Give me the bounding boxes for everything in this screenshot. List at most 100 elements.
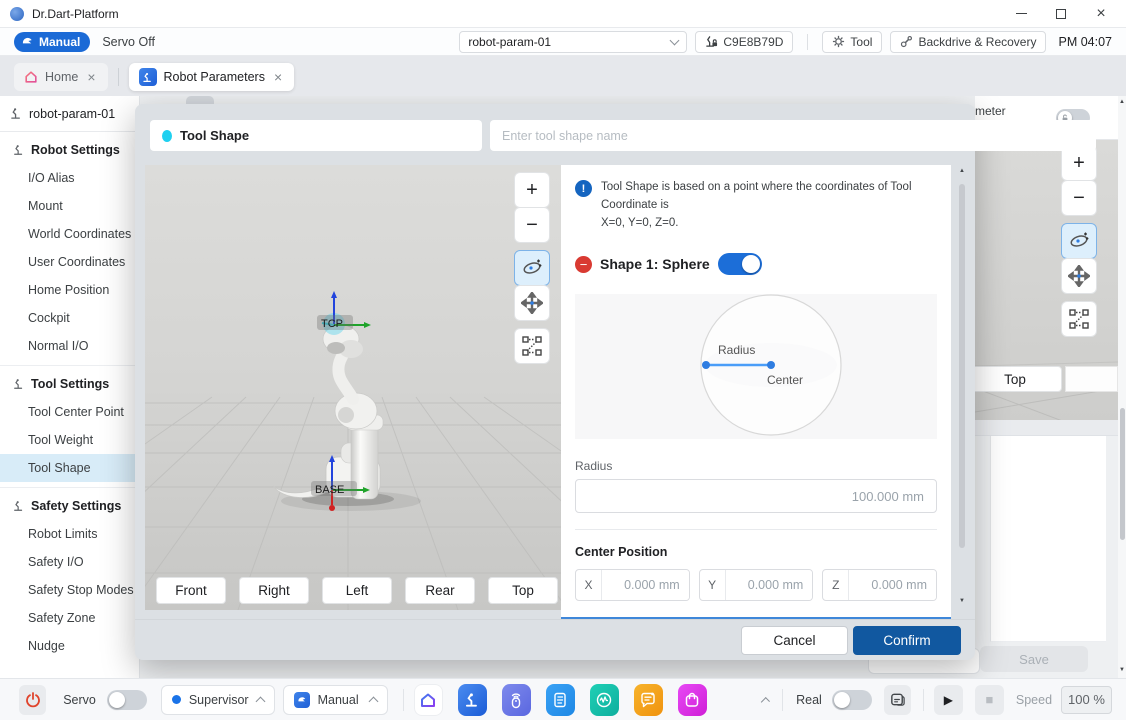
background-toolbar-strip	[975, 420, 1118, 436]
servo-toggle[interactable]	[107, 690, 147, 710]
manual-mode-badge[interactable]: Manual	[14, 32, 90, 52]
cancel-button[interactable]: Cancel	[741, 626, 848, 655]
close-tab-icon[interactable]: ×	[85, 69, 97, 85]
center-z-input[interactable]	[849, 570, 936, 600]
maximize-button[interactable]	[1054, 7, 1068, 21]
sidebar-item-mount[interactable]: Mount	[0, 192, 139, 220]
orbit-button[interactable]	[514, 250, 550, 286]
center-position-fields: X Y Z	[575, 569, 937, 601]
scroll-down-icon[interactable]: ▼	[1118, 667, 1126, 673]
tool-shape-name-input[interactable]	[490, 120, 1096, 151]
base-label: BASE	[315, 484, 344, 496]
center-x-input[interactable]	[602, 570, 689, 600]
sidebar-item-world-coordinates[interactable]: World Coordinates	[0, 220, 139, 248]
tab-home[interactable]: Home ×	[14, 63, 108, 91]
sidebar-item-user-coordinates[interactable]: User Coordinates	[0, 248, 139, 276]
power-icon	[25, 692, 41, 708]
bg-orbit-button[interactable]	[1061, 223, 1097, 259]
mode-select[interactable]: Manual	[283, 685, 388, 715]
robot-3d-viewport[interactable]: TCP BASE + −	[145, 165, 561, 610]
taskbar-expand-icon[interactable]	[760, 697, 770, 707]
scroll-up-icon[interactable]: ▲	[1118, 99, 1126, 105]
sidebar-item-io-alias[interactable]: I/O Alias	[0, 164, 139, 192]
center-z-field: Z	[822, 569, 937, 601]
sidebar-item-safety-zone[interactable]: Safety Zone	[0, 604, 139, 632]
zoom-out-button[interactable]: −	[514, 207, 550, 243]
center-y-input[interactable]	[726, 570, 813, 600]
sidebar-item-robot-limits[interactable]: Robot Limits	[0, 520, 139, 548]
bar-separator	[782, 689, 783, 711]
bg-view-top-button[interactable]: Top	[968, 366, 1062, 392]
sidebar-item-cockpit[interactable]: Cockpit	[0, 304, 139, 332]
toolbar-separator	[807, 34, 808, 50]
sidebar-item-home-position[interactable]: Home Position	[0, 276, 139, 304]
play-button[interactable]: ▶	[934, 685, 963, 715]
bottom-status-bar: Servo Supervisor Manual	[0, 678, 1126, 720]
center-y-field: Y	[699, 569, 814, 601]
app-monitor-button[interactable]	[590, 684, 619, 716]
sidebar-item-nudge[interactable]: Nudge	[0, 632, 139, 660]
maximize-icon	[1056, 9, 1066, 19]
sidebar-item-normal-io[interactable]: Normal I/O	[0, 332, 139, 360]
viewer-button[interactable]	[884, 685, 911, 715]
collapse-shape-icon[interactable]: −	[575, 256, 592, 273]
app-home-button[interactable]	[414, 684, 443, 716]
controller-id-button[interactable]: C9E8B79D	[695, 31, 793, 53]
tool-button[interactable]: Tool	[822, 31, 882, 53]
sidebar-item-safety-io[interactable]: Safety I/O	[0, 548, 139, 576]
scrollbar-thumb[interactable]	[1120, 408, 1125, 540]
store-bag-icon	[683, 691, 701, 709]
app-remote-button[interactable]	[502, 684, 531, 716]
view-rear-button[interactable]: Rear	[405, 577, 475, 604]
app-store-button[interactable]	[678, 684, 707, 716]
confirm-button[interactable]: Confirm	[853, 626, 961, 655]
page-scrollbar[interactable]: ▲ ▼	[1118, 96, 1126, 678]
sidebar-section-robot-settings: Robot Settings I/O Alias Mount World Coo…	[0, 132, 139, 360]
pan-button[interactable]	[514, 285, 550, 321]
power-button[interactable]	[19, 685, 46, 715]
dialog-scrollbar[interactable]: ▲ ▼	[957, 168, 967, 646]
app-robot-params-button[interactable]	[458, 684, 487, 716]
zoom-in-button[interactable]: +	[514, 172, 550, 208]
speed-value[interactable]: 100 %	[1061, 686, 1112, 714]
task-writer-icon	[551, 691, 569, 709]
app-task-writer-button[interactable]	[546, 684, 575, 716]
bg-pan-button[interactable]	[1061, 258, 1097, 294]
view-top-button[interactable]: Top	[488, 577, 558, 604]
stop-button[interactable]: ■	[975, 685, 1004, 715]
diagram-radius-label: Radius	[718, 343, 755, 357]
scrollbar-thumb[interactable]	[959, 184, 965, 548]
sidebar-item-tool-shape[interactable]: Tool Shape	[0, 454, 139, 482]
radius-input[interactable]	[575, 479, 937, 513]
sidebar-item-safety-stop-modes[interactable]: Safety Stop Modes	[0, 576, 139, 604]
close-button[interactable]: ×	[1094, 7, 1108, 21]
orbit-icon	[521, 257, 543, 279]
scroll-down-icon[interactable]: ▼	[957, 598, 967, 604]
sphere-diagram-graphic: Radius Center	[575, 294, 937, 439]
minimize-button[interactable]	[1014, 7, 1028, 21]
shape-enabled-toggle[interactable]	[718, 253, 762, 275]
backdrive-recovery-button[interactable]: Backdrive & Recovery	[890, 31, 1046, 53]
view-right-button[interactable]: Right	[239, 577, 309, 604]
backdrive-icon	[900, 35, 913, 48]
sidebar-item-tool-weight[interactable]: Tool Weight	[0, 426, 139, 454]
sidebar-item-tool-center-point[interactable]: Tool Center Point	[0, 398, 139, 426]
scroll-up-icon[interactable]: ▲	[957, 168, 967, 174]
sidebar-section-tool-settings: Tool Settings Tool Center Point Tool Wei…	[0, 365, 139, 482]
measure-button[interactable]	[514, 328, 550, 364]
real-mode-toggle[interactable]	[832, 690, 872, 710]
bg-zoom-out-button[interactable]: −	[1061, 180, 1097, 216]
orbit-icon	[1068, 230, 1090, 252]
sidebar-title-robot-settings: Robot Settings	[0, 136, 139, 164]
param-file-select[interactable]: robot-param-01	[459, 31, 687, 53]
bg-measure-button[interactable]	[1061, 301, 1097, 337]
tab-robot-parameters[interactable]: Robot Parameters ×	[129, 63, 295, 91]
shape-settings-panel: ! Tool Shape is based on a point where t…	[561, 165, 951, 619]
role-select[interactable]: Supervisor	[161, 685, 275, 715]
home-app-icon	[419, 691, 437, 709]
save-button[interactable]: Save	[980, 646, 1088, 672]
view-front-button[interactable]: Front	[156, 577, 226, 604]
close-tab-icon[interactable]: ×	[272, 69, 284, 85]
app-log-button[interactable]	[634, 684, 663, 716]
view-left-button[interactable]: Left	[322, 577, 392, 604]
